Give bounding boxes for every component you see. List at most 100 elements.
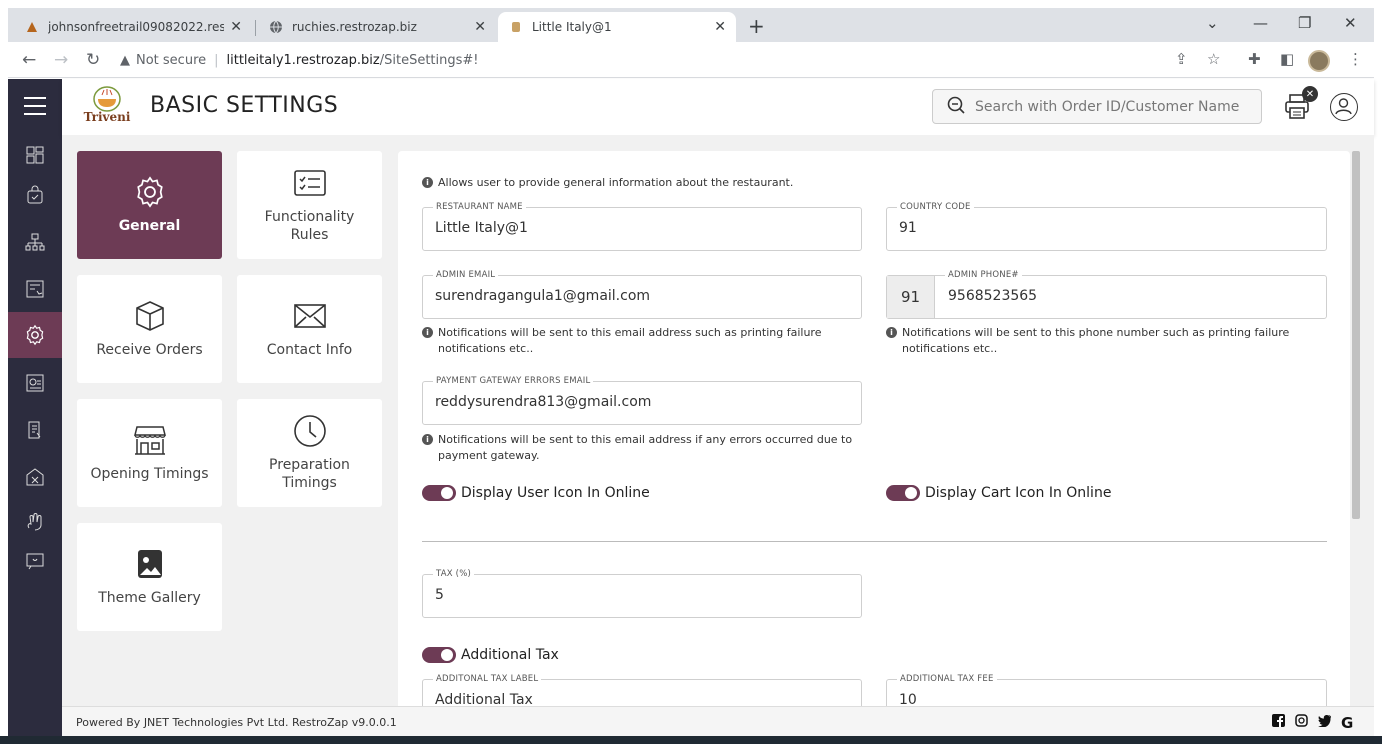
hamburger-menu-icon[interactable] bbox=[8, 83, 62, 129]
url-host: littleitaly1.restrozap.biz bbox=[226, 52, 380, 68]
twitter-icon[interactable] bbox=[1318, 714, 1332, 731]
field-value: 9568523565 bbox=[948, 288, 1038, 304]
new-tab-icon[interactable]: + bbox=[748, 14, 765, 38]
info-text: Allows user to provide general informati… bbox=[438, 176, 794, 189]
admin-email-field[interactable]: ADMIN EMAIL surendragangula1@gmail.com bbox=[422, 270, 862, 319]
screen: { "browser": { "tabs": [ {"title": "john… bbox=[0, 0, 1382, 744]
site-favicon-icon bbox=[24, 19, 40, 35]
close-tab-icon[interactable]: ✕ bbox=[474, 19, 486, 35]
network-icon[interactable] bbox=[8, 219, 62, 265]
browser-profile-avatar[interactable] bbox=[1308, 50, 1330, 72]
logo-bowl-icon bbox=[93, 86, 121, 112]
close-tab-icon[interactable]: ✕ bbox=[714, 19, 726, 35]
nav-card-opening-timings[interactable]: Opening Timings bbox=[77, 399, 222, 507]
display-cart-icon-toggle[interactable]: Display Cart Icon In Online bbox=[886, 485, 1111, 501]
general-settings-form: i Allows user to provide general informa… bbox=[398, 151, 1350, 706]
field-label: RESTAURANT NAME bbox=[433, 202, 526, 212]
order-search-box[interactable] bbox=[932, 89, 1262, 124]
toggle-label: Display User Icon In Online bbox=[461, 485, 650, 501]
settings-content: General Functionality Rules Receive Orde… bbox=[62, 135, 1374, 706]
browser-tab-3-active[interactable]: Little Italy@1 ✕ bbox=[498, 12, 736, 42]
url-field[interactable]: ▲ Not secure | littleitaly1.restrozap.bi… bbox=[120, 48, 479, 72]
clock-icon bbox=[293, 414, 327, 448]
info-text: Notifications will be sent to this email… bbox=[438, 433, 853, 462]
browser-tab-bar: johnsonfreetrail09082022.restroz ✕ ruchi… bbox=[8, 8, 1374, 42]
toggle-label: Display Cart Icon In Online bbox=[925, 485, 1112, 501]
nav-card-theme-gallery[interactable]: Theme Gallery bbox=[77, 523, 222, 631]
feedback-message-icon[interactable] bbox=[8, 538, 62, 584]
envelope-icon bbox=[293, 299, 327, 333]
toggle-switch-on[interactable] bbox=[886, 485, 920, 501]
reports-icon[interactable] bbox=[8, 360, 62, 406]
app-header: Triveni BASIC SETTINGS ✕ bbox=[62, 79, 1374, 135]
receipt-icon[interactable] bbox=[8, 407, 62, 453]
toggle-switch-on[interactable] bbox=[422, 647, 456, 663]
extensions-puzzle-icon[interactable]: ✚ bbox=[1248, 50, 1261, 68]
nav-card-preparation-timings[interactable]: Preparation Timings bbox=[237, 399, 382, 507]
nav-card-label: Opening Timings bbox=[90, 466, 209, 482]
brand-logo: Triveni bbox=[82, 83, 132, 133]
minimize-icon[interactable]: — bbox=[1253, 14, 1268, 32]
settings-gear-icon[interactable] bbox=[8, 312, 62, 358]
printer-status-close-badge[interactable]: ✕ bbox=[1302, 86, 1318, 102]
window-close-icon[interactable]: ✕ bbox=[1344, 14, 1357, 32]
store-icon bbox=[133, 423, 167, 457]
toggle-switch-on[interactable] bbox=[422, 485, 456, 501]
tax-field[interactable]: TAX (%) 5 bbox=[422, 569, 862, 618]
browser-menu-icon[interactable]: ⋮ bbox=[1348, 50, 1363, 68]
bookmark-star-icon[interactable]: ☆ bbox=[1207, 50, 1220, 68]
nav-card-general[interactable]: General bbox=[77, 151, 222, 259]
additional-tax-fee-field[interactable]: ADDITIONAL TAX FEE 10 bbox=[886, 674, 1327, 706]
field-label: TAX (%) bbox=[433, 569, 474, 579]
tab-title: johnsonfreetrail09082022.restroz bbox=[48, 20, 225, 34]
security-status: Not secure bbox=[136, 52, 207, 68]
additional-tax-label-field[interactable]: ADDITONAL TAX LABEL Additional Tax bbox=[422, 674, 862, 706]
facebook-icon[interactable] bbox=[1272, 714, 1285, 731]
promotions-icon[interactable] bbox=[8, 454, 62, 500]
restaurant-name-field[interactable]: RESTAURANT NAME Little Italy@1 bbox=[422, 202, 862, 251]
nav-card-contact-info[interactable]: Contact Info bbox=[237, 275, 382, 383]
field-label: COUNTRY CODE bbox=[897, 202, 974, 212]
address-bar: ← → ↻ ▲ Not secure | littleitaly1.restro… bbox=[8, 42, 1374, 78]
google-icon[interactable]: G bbox=[1341, 714, 1353, 732]
app-sidebar bbox=[8, 79, 62, 744]
field-label: PAYMENT GATEWAY ERRORS EMAIL bbox=[433, 376, 594, 386]
share-icon[interactable]: ⇪ bbox=[1175, 50, 1188, 68]
restore-icon[interactable]: ❐ bbox=[1298, 14, 1311, 32]
section-divider bbox=[422, 541, 1327, 542]
field-label: ADMIN EMAIL bbox=[433, 270, 499, 280]
box-icon bbox=[133, 299, 167, 333]
payment-gateway-email-field[interactable]: PAYMENT GATEWAY ERRORS EMAIL reddysurend… bbox=[422, 376, 862, 425]
page-title: BASIC SETTINGS bbox=[150, 93, 339, 118]
admin-phone-field[interactable]: 91 ADMIN PHONE# 9568523565 bbox=[886, 270, 1327, 319]
warning-triangle-icon: ▲ bbox=[120, 52, 130, 68]
os-taskbar bbox=[0, 736, 1382, 744]
side-panel-icon[interactable]: ◧ bbox=[1280, 50, 1294, 68]
country-code-field[interactable]: COUNTRY CODE 91 bbox=[886, 202, 1327, 251]
nav-card-label: Theme Gallery bbox=[98, 590, 201, 606]
info-icon: i bbox=[422, 327, 433, 338]
reload-icon[interactable]: ↻ bbox=[86, 50, 100, 70]
additional-tax-toggle[interactable]: Additional Tax bbox=[422, 647, 559, 663]
nav-card-receive-orders[interactable]: Receive Orders bbox=[77, 275, 222, 383]
app-footer: Powered By JNET Technologies Pvt Ltd. Re… bbox=[62, 706, 1374, 736]
display-user-icon-toggle[interactable]: Display User Icon In Online bbox=[422, 485, 650, 501]
info-text: Notifications will be sent to this email… bbox=[438, 326, 822, 355]
forward-arrow-icon[interactable]: → bbox=[54, 50, 68, 70]
user-profile-icon[interactable] bbox=[1330, 93, 1358, 121]
browser-tab-1[interactable]: johnsonfreetrail09082022.restroz ✕ bbox=[14, 12, 252, 42]
url-path: /SiteSettings#! bbox=[379, 52, 479, 68]
info-icon: i bbox=[886, 327, 897, 338]
tab-search-chevron-icon[interactable]: ⌄ bbox=[1206, 14, 1219, 32]
form-intro: i Allows user to provide general informa… bbox=[422, 175, 1022, 191]
close-tab-icon[interactable]: ✕ bbox=[230, 19, 242, 35]
search-input[interactable] bbox=[975, 98, 1255, 115]
orders-bag-icon[interactable] bbox=[8, 172, 62, 218]
nav-card-functionality-rules[interactable]: Functionality Rules bbox=[237, 151, 382, 259]
content-scrollbar[interactable] bbox=[1352, 151, 1360, 519]
menu-card-icon[interactable] bbox=[8, 266, 62, 312]
field-label: ADDITONAL TAX LABEL bbox=[433, 674, 542, 684]
browser-tab-2[interactable]: ruchies.restrozap.biz ✕ bbox=[258, 12, 496, 42]
back-arrow-icon[interactable]: ← bbox=[22, 50, 36, 70]
instagram-icon[interactable] bbox=[1295, 714, 1308, 731]
